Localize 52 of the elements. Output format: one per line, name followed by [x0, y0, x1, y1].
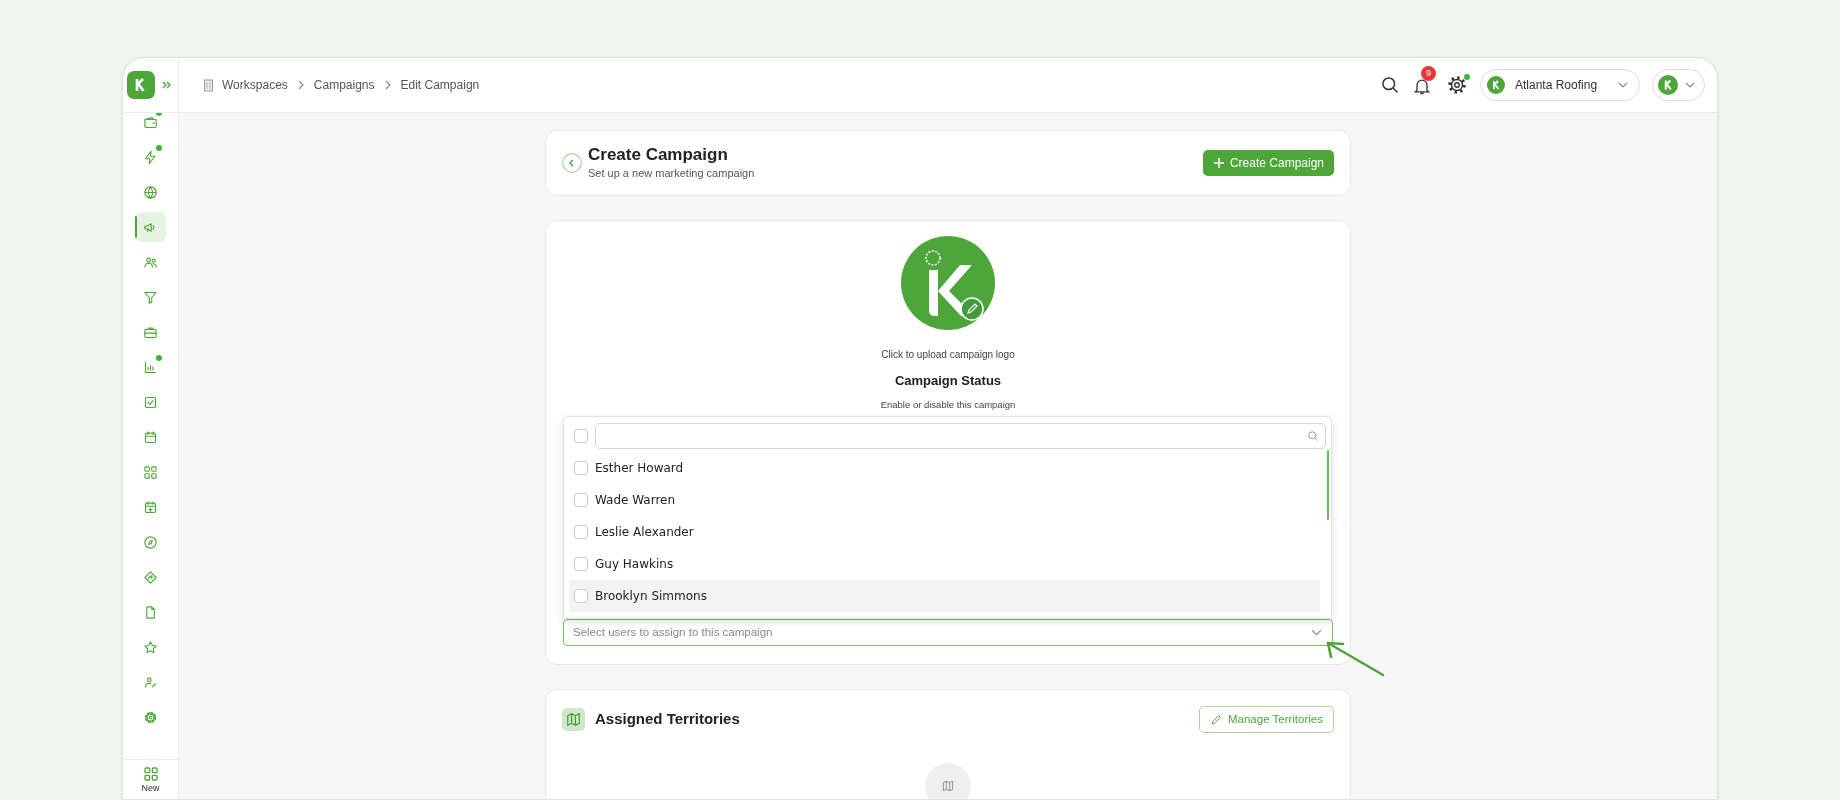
- compass-icon: [143, 534, 158, 550]
- search-icon: [1307, 430, 1319, 442]
- edit-logo-button[interactable]: [960, 297, 984, 321]
- page-title: Create Campaign: [588, 144, 729, 165]
- document-icon: [143, 604, 158, 620]
- campaign-logo[interactable]: [901, 236, 995, 330]
- star-icon: [143, 639, 158, 655]
- user-option[interactable]: Leslie Alexander: [569, 516, 1320, 548]
- settings-icon: [143, 709, 158, 725]
- back-button[interactable]: [562, 153, 582, 173]
- upload-hint: Click to upload campaign logo: [881, 348, 1015, 362]
- lightning-icon: [143, 149, 158, 165]
- grid-icon[interactable]: [142, 766, 159, 782]
- grid-icon: [143, 464, 158, 480]
- scrollbar: [1327, 450, 1329, 520]
- status-subtitle: Enable or disable this campaign: [880, 397, 1016, 412]
- sidebar-label: New: [141, 782, 160, 795]
- expand-icon[interactable]: [161, 79, 173, 91]
- search-icon[interactable]: [1380, 75, 1400, 95]
- select-all-checkbox[interactable]: [574, 429, 588, 443]
- user-option[interactable]: Guy Hawkins: [569, 548, 1320, 580]
- task-list-icon: [143, 394, 158, 410]
- wallet-icon: [143, 114, 158, 130]
- page-subtitle: Set up a new marketing campaign: [588, 165, 755, 181]
- section-title: Assigned Territories: [595, 709, 740, 730]
- calendar-icon: [143, 429, 158, 445]
- settings-icon[interactable]: [1446, 74, 1468, 96]
- user-select-field[interactable]: Select users to assign to this campaign: [563, 619, 1333, 646]
- notification-badge: 9: [1421, 66, 1436, 81]
- user-option[interactable]: Wade Warren: [569, 484, 1320, 516]
- breadcrumb-link[interactable]: Campaigns: [313, 76, 375, 94]
- map-icon: [562, 708, 585, 731]
- users-icon: [143, 254, 158, 270]
- pencil-icon: [1209, 713, 1222, 726]
- direction-sign-icon: [143, 569, 158, 585]
- user-option[interactable]: Esther Howard: [569, 452, 1320, 484]
- status-title: Campaign Status: [894, 372, 1002, 390]
- workspace-logo-icon: [1487, 76, 1505, 94]
- globe-icon: [143, 184, 158, 200]
- sidebar-nav-item[interactable]: [135, 212, 166, 242]
- breadcrumb-link[interactable]: Edit Campaign: [400, 76, 480, 94]
- breadcrumb-link[interactable]: Workspaces: [222, 76, 288, 94]
- bar-chart-icon: [143, 359, 158, 375]
- building-icon: [203, 78, 214, 92]
- app-logo[interactable]: [127, 71, 155, 99]
- briefcase-icon: [143, 324, 158, 340]
- user-search-field[interactable]: [595, 423, 1326, 449]
- avatar-logo-icon: [1658, 75, 1678, 95]
- calendar-icon: [143, 499, 158, 515]
- filter-icon: [143, 289, 158, 305]
- plus-icon: [1212, 157, 1225, 169]
- user-option[interactable]: Brooklyn Simmons: [569, 580, 1320, 612]
